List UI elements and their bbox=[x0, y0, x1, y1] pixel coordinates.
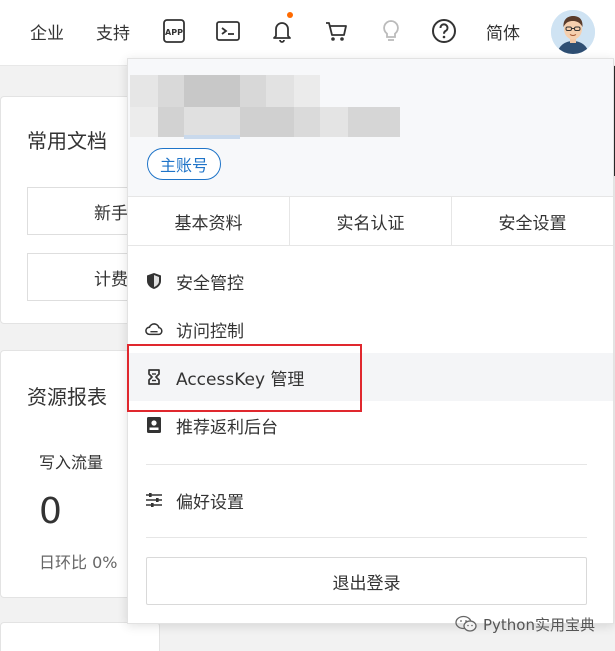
avatar[interactable] bbox=[551, 10, 595, 54]
doc-button-label: 计费 bbox=[94, 269, 128, 290]
logout-button[interactable]: 退出登录 bbox=[146, 557, 587, 605]
top-navigation-bar: 企业 支持 APP 简体 bbox=[0, 0, 615, 66]
highlight-annotation-box bbox=[127, 344, 362, 412]
watermark-text: Python实用宝典 bbox=[483, 615, 595, 634]
wechat-icon bbox=[455, 615, 477, 632]
terminal-icon[interactable] bbox=[214, 17, 242, 45]
sliders-icon bbox=[145, 491, 163, 509]
cloud-icon bbox=[145, 320, 163, 338]
menu-item-preferences[interactable]: 偏好设置 bbox=[128, 476, 613, 524]
metric-label: 写入流量 bbox=[39, 453, 104, 472]
help-icon[interactable] bbox=[430, 17, 458, 45]
menu-divider bbox=[146, 537, 587, 538]
doc-button-label: 新手 bbox=[94, 203, 128, 224]
svg-text:APP: APP bbox=[165, 28, 183, 37]
profile-header: 主账号 bbox=[128, 59, 613, 196]
shield-icon bbox=[145, 272, 163, 290]
tab-security-settings[interactable]: 安全设置 bbox=[451, 197, 613, 245]
metric-value: 0 bbox=[39, 491, 62, 532]
account-tabs: 基本资料 实名认证 安全设置 bbox=[128, 196, 613, 246]
blurred-account-name bbox=[130, 75, 400, 139]
menu-label: 偏好设置 bbox=[176, 492, 244, 513]
nav-support-link[interactable]: 支持 bbox=[96, 19, 130, 44]
main-account-badge[interactable]: 主账号 bbox=[147, 148, 222, 180]
menu-item-security-control[interactable]: 安全管控 bbox=[128, 257, 613, 305]
cart-icon[interactable] bbox=[322, 17, 350, 45]
bottom-card bbox=[0, 622, 160, 651]
tab-basic-info[interactable]: 基本资料 bbox=[128, 197, 289, 245]
common-docs-title: 常用文档 bbox=[27, 129, 107, 153]
menu-divider bbox=[146, 464, 587, 465]
app-icon[interactable]: APP bbox=[160, 17, 188, 45]
tab-real-name-auth[interactable]: 实名认证 bbox=[289, 197, 451, 245]
metric-day-ratio: 日环比 0% bbox=[39, 553, 118, 572]
notification-dot bbox=[287, 12, 293, 18]
language-switch[interactable]: 简体 bbox=[486, 19, 520, 44]
account-dropdown-panel: 主账号 基本资料 实名认证 安全设置 安全管控 访问控制 AccessKey 管… bbox=[127, 58, 614, 624]
menu-label: 访问控制 bbox=[176, 321, 244, 342]
menu-label: 推荐返利后台 bbox=[176, 417, 278, 438]
lightbulb-icon[interactable] bbox=[377, 17, 405, 45]
nav-enterprise-link[interactable]: 企业 bbox=[30, 19, 64, 44]
bell-icon[interactable] bbox=[268, 12, 296, 45]
rebate-icon bbox=[145, 416, 163, 434]
resource-report-title: 资源报表 bbox=[27, 385, 107, 409]
watermark: Python实用宝典 bbox=[455, 612, 595, 636]
menu-label: 安全管控 bbox=[176, 273, 244, 294]
